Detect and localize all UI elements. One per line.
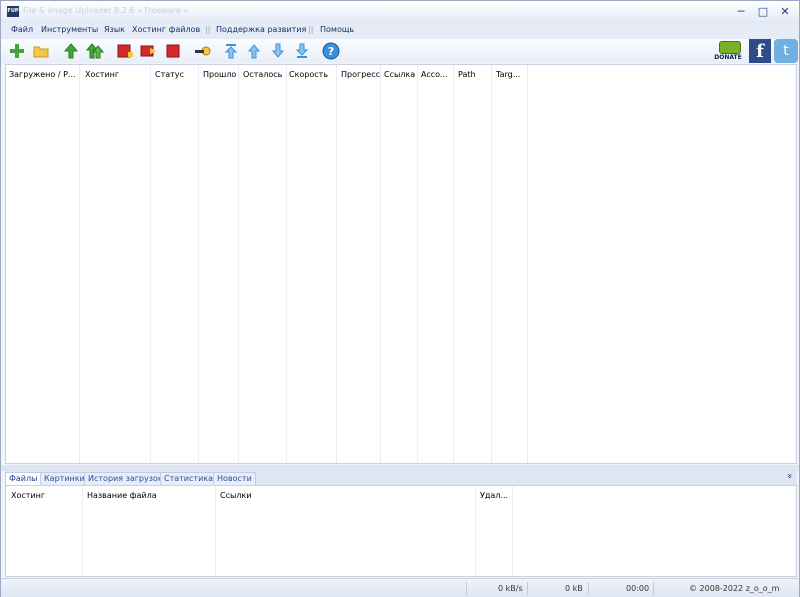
menu-bar: Файл Инструменты Язык Хостинг файлов || …: [1, 23, 799, 39]
facebook-icon[interactable]: f: [749, 39, 771, 63]
menu-tools[interactable]: Инструменты: [41, 25, 98, 34]
move-top-icon[interactable]: [222, 42, 240, 60]
stop-all-icon[interactable]: [164, 42, 182, 60]
upload-all-icon[interactable]: [85, 42, 105, 60]
toolbar: ?: [1, 39, 799, 63]
status-speed: 0 kB/s: [498, 584, 523, 593]
column-speed[interactable]: Скорость: [287, 65, 337, 463]
column-target[interactable]: Targ...: [492, 65, 528, 463]
menu-language[interactable]: Язык: [104, 25, 125, 34]
column-path[interactable]: Path: [454, 65, 492, 463]
column-header[interactable]: Прогресс: [341, 70, 380, 79]
column-header[interactable]: Ссылка: [384, 70, 415, 79]
status-separator: [527, 582, 528, 595]
move-up-icon[interactable]: [245, 42, 263, 60]
files-table[interactable]: Хостинг Название файла Ссылки Удал...: [5, 485, 797, 577]
tab-upload-history[interactable]: История загрузок: [84, 472, 167, 485]
app-icon: FUP: [7, 6, 19, 17]
column-file-name[interactable]: Название файла: [83, 486, 216, 576]
move-bottom-icon[interactable]: [293, 42, 311, 60]
column-link[interactable]: Ссылка: [381, 65, 418, 463]
donate-button[interactable]: DONATE: [709, 41, 747, 63]
column-hosting[interactable]: Хостинг: [6, 486, 83, 576]
donate-icon: [719, 41, 741, 54]
menu-file-hosting[interactable]: Хостинг файлов: [132, 25, 200, 34]
window-title: File & Image Uploader 8.2.6 « Freeware »: [23, 6, 189, 15]
menu-separator: ||: [308, 25, 314, 34]
column-delete[interactable]: Удал...: [476, 486, 513, 576]
tab-statistics[interactable]: Статистика: [160, 472, 217, 485]
column-header[interactable]: Хостинг: [11, 491, 45, 500]
column-header[interactable]: Скорость: [289, 70, 328, 79]
key-icon[interactable]: [193, 42, 211, 60]
menu-file[interactable]: Файл: [11, 25, 33, 34]
column-header[interactable]: Ссылки: [220, 491, 251, 500]
help-icon[interactable]: ?: [322, 42, 340, 60]
twitter-icon[interactable]: t: [774, 39, 798, 63]
column-header[interactable]: Статус: [155, 70, 184, 79]
column-header[interactable]: Acco...: [421, 70, 448, 79]
tab-news[interactable]: Новости: [213, 472, 256, 485]
column-header[interactable]: Path: [458, 70, 476, 79]
upload-icon[interactable]: [62, 42, 80, 60]
status-copyright[interactable]: © 2008-2022 z_o_o_m: [689, 584, 779, 593]
column-hosting[interactable]: Хостинг: [80, 65, 151, 463]
column-header[interactable]: Название файла: [87, 491, 157, 500]
upload-queue-table[interactable]: Загружено / Р... Хостинг Статус Прошло О…: [5, 64, 797, 464]
skip-icon[interactable]: [140, 42, 158, 60]
close-button[interactable]: ✕: [777, 5, 793, 19]
minimize-button[interactable]: ─: [733, 5, 749, 19]
status-time: 00:00: [626, 584, 650, 593]
column-header[interactable]: Прошло: [203, 70, 236, 79]
status-bar: 0 kB/s 0 kB 00:00 © 2008-2022 z_o_o_m: [1, 578, 799, 597]
column-links[interactable]: Ссылки: [216, 486, 476, 576]
column-header[interactable]: Хостинг: [85, 70, 119, 79]
column-uploaded[interactable]: Загружено / Р...: [6, 65, 80, 463]
add-icon[interactable]: [8, 42, 26, 60]
column-account[interactable]: Acco...: [418, 65, 454, 463]
title-bar[interactable]: FUP File & Image Uploader 8.2.6 « Freewa…: [1, 1, 799, 23]
tab-bar: Файлы Картинки История загрузок Статисти…: [5, 471, 797, 485]
menu-separator: ||: [205, 25, 211, 34]
column-header[interactable]: Удал...: [480, 491, 512, 500]
stop-icon[interactable]: [116, 42, 134, 60]
column-progress[interactable]: Прогресс: [337, 65, 381, 463]
status-size: 0 kB: [565, 584, 583, 593]
column-elapsed[interactable]: Прошло: [199, 65, 239, 463]
svg-text:?: ?: [328, 45, 334, 58]
menu-help[interactable]: Помощь: [320, 25, 354, 34]
status-separator: [653, 582, 654, 595]
menu-support[interactable]: Поддержка развития: [216, 25, 306, 34]
status-separator: [588, 582, 589, 595]
donate-label: DONATE: [714, 54, 742, 61]
column-header[interactable]: Загружено / Р...: [9, 70, 79, 79]
tab-images[interactable]: Картинки: [40, 472, 89, 485]
folder-icon[interactable]: [32, 42, 50, 60]
column-status[interactable]: Статус: [151, 65, 199, 463]
column-remaining[interactable]: Осталось: [239, 65, 287, 463]
column-header[interactable]: Осталось: [243, 70, 282, 79]
column-header[interactable]: Targ...: [496, 70, 520, 79]
collapse-panel-icon[interactable]: »: [784, 473, 794, 479]
tab-files[interactable]: Файлы: [5, 472, 42, 485]
maximize-button[interactable]: □: [755, 5, 771, 19]
main-window: FUP File & Image Uploader 8.2.6 « Freewa…: [0, 0, 800, 597]
status-separator: [466, 582, 467, 595]
move-down-icon[interactable]: [269, 42, 287, 60]
